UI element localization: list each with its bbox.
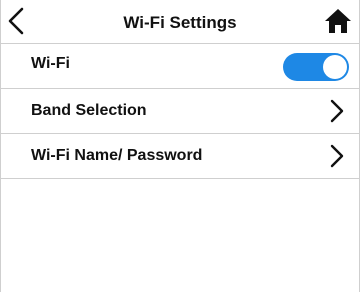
band-selection-row[interactable]: Band Selection <box>1 89 359 134</box>
page-title: Wi-Fi Settings <box>123 13 237 32</box>
toggle-knob <box>323 55 347 79</box>
home-button[interactable] <box>323 7 353 35</box>
chevron-right-icon <box>330 144 344 168</box>
header-bar: Wi-Fi Settings <box>1 0 359 44</box>
band-selection-label: Band Selection <box>31 102 147 119</box>
wifi-row: Wi-Fi <box>1 44 359 89</box>
home-icon <box>325 9 351 33</box>
wifi-label: Wi-Fi <box>31 55 70 72</box>
wifi-name-password-label: Wi-Fi Name/ Password <box>31 147 203 164</box>
wifi-toggle[interactable] <box>283 53 349 81</box>
wifi-name-password-row[interactable]: Wi-Fi Name/ Password <box>1 134 359 179</box>
wifi-settings-screen: Wi-Fi Settings Wi-Fi Band Selection Wi-F… <box>0 0 360 292</box>
chevron-right-icon <box>330 99 344 123</box>
